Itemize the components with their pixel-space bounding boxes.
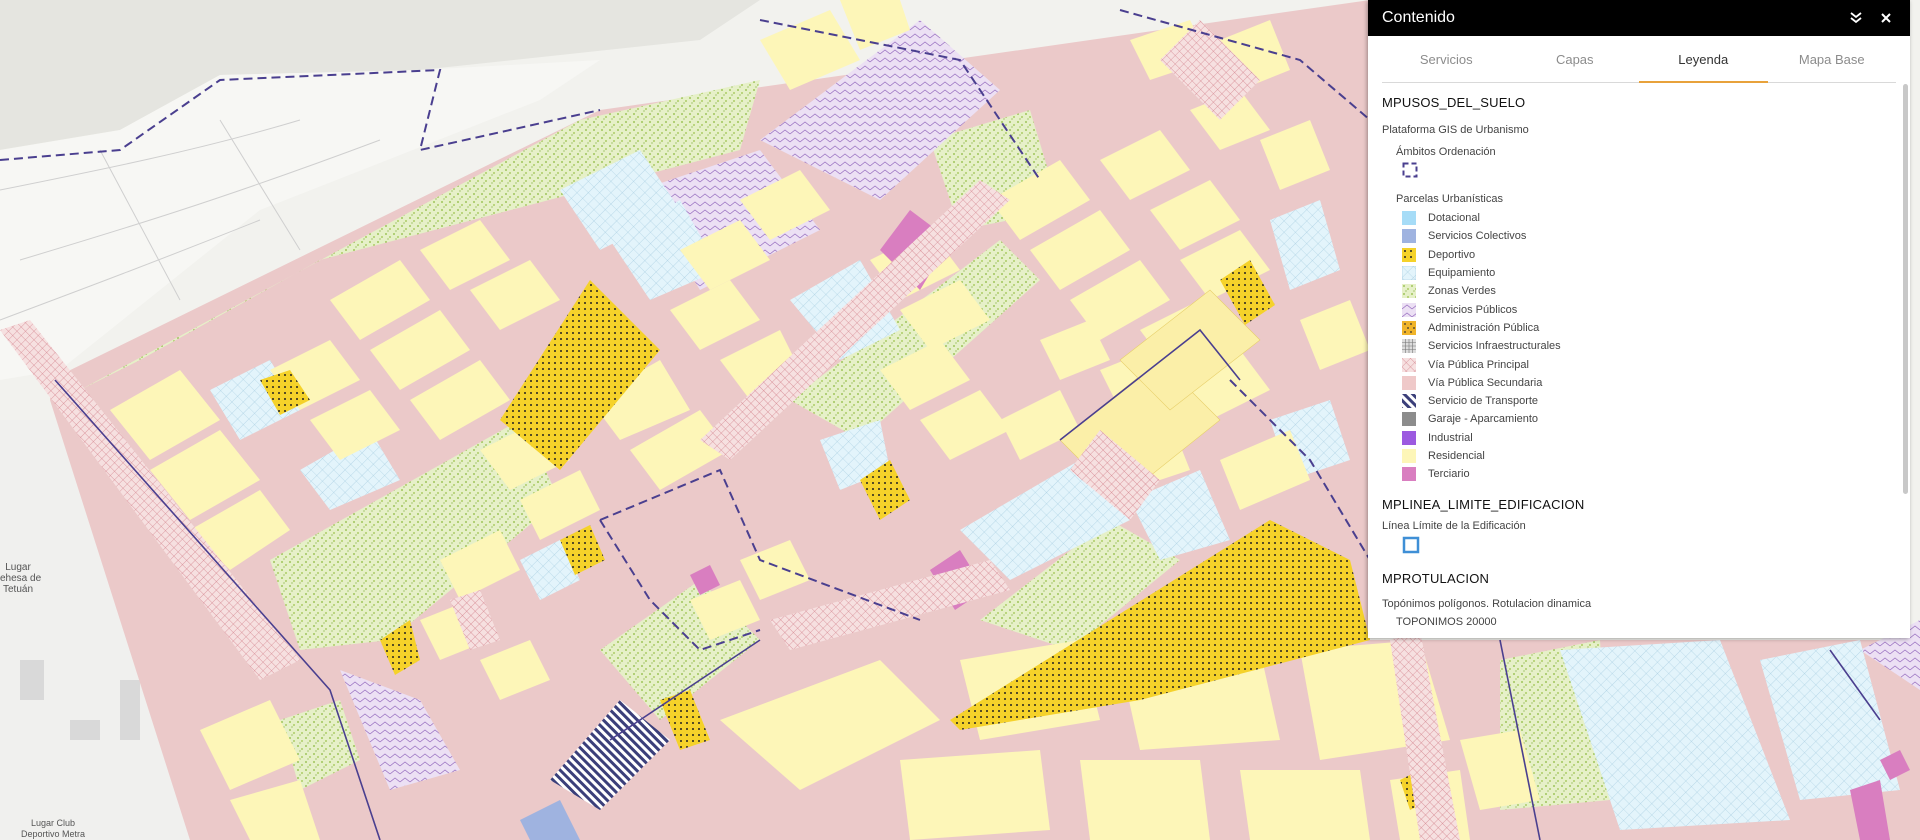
dotacional-swatch xyxy=(1402,211,1416,226)
legend-item: Residencial xyxy=(1402,447,1896,465)
legend-item-label: Servicios Infraestructurales xyxy=(1428,340,1561,353)
double-chevron-down-icon[interactable] xyxy=(1846,8,1866,28)
legend-item-label: Vía Pública Principal xyxy=(1428,358,1529,371)
legend-item: Zonas Verdes xyxy=(1402,282,1896,300)
legend-item-label: Terciario xyxy=(1428,468,1470,481)
via-publica-principal-swatch xyxy=(1402,357,1416,372)
legend-service-name: Línea Límite de la Edificación xyxy=(1382,520,1526,533)
legend-item: Terciario xyxy=(1402,465,1896,483)
zonas-verdes-swatch xyxy=(1402,284,1416,299)
tab-servicios[interactable]: Servicios xyxy=(1382,36,1511,82)
terciario-swatch xyxy=(1402,467,1416,482)
garaje-aparcamiento-swatch xyxy=(1402,412,1416,427)
legend-item-label: Servicios Colectivos xyxy=(1428,230,1527,243)
via-publica-secundaria-swatch xyxy=(1402,375,1416,390)
equipamiento-swatch xyxy=(1402,266,1416,281)
panel-tabs: Servicios Capas Leyenda Mapa Base xyxy=(1382,36,1896,83)
legend-item-label: Industrial xyxy=(1428,431,1473,444)
legend-item-label: Vía Pública Secundaria xyxy=(1428,376,1543,389)
legend-item: Vía Pública Principal xyxy=(1402,355,1896,373)
legend-item: Garaje - Aparcamiento xyxy=(1402,410,1896,428)
servicios-colectivos-swatch xyxy=(1402,229,1416,244)
legend-item: Servicios Infraestructurales xyxy=(1402,337,1896,355)
map-label-dehesa: Lugar ehesa de Tetuán xyxy=(0,562,42,595)
map-label-club: Lugar Club Deportivo Metra xyxy=(20,818,86,839)
legend-item: Equipamiento xyxy=(1402,264,1896,282)
legend-layer-title: MPROTULACION xyxy=(1382,571,1490,587)
tab-mapa-base[interactable]: Mapa Base xyxy=(1768,36,1897,82)
panel-header: Contenido xyxy=(1368,0,1910,36)
deportivo-swatch xyxy=(1402,247,1416,262)
content-panel: Contenido Servicios Capas Leyenda Mapa B… xyxy=(1368,0,1910,638)
limite-edificacion-symbol xyxy=(1402,536,1896,559)
servicios-infraestructurales-swatch xyxy=(1402,339,1416,354)
legend-item: Deportivo xyxy=(1402,246,1896,264)
tab-leyenda[interactable]: Leyenda xyxy=(1639,36,1768,83)
panel-title: Contenido xyxy=(1382,9,1455,26)
legend-service-name: Topónimos polígonos. Rotulacion dinamica xyxy=(1382,598,1592,611)
legend-group-name: TOPONIMOS 20000 xyxy=(1396,616,1497,629)
residencial-swatch xyxy=(1402,449,1416,463)
legend-item: Servicios Colectivos xyxy=(1402,227,1896,245)
legend-layer-title: MPUSOS_DEL_SUELO xyxy=(1382,95,1526,110)
legend-group-name: Ámbitos Ordenación xyxy=(1396,146,1496,158)
legend-group-name: Parcelas Urbanísticas xyxy=(1396,193,1503,205)
legend-item-label: Garaje - Aparcamiento xyxy=(1428,413,1539,426)
ambitos-symbol xyxy=(1402,162,1896,183)
legend-item-label: Servicio de Transporte xyxy=(1428,395,1539,408)
servicios-publicos-swatch xyxy=(1402,302,1416,317)
legend-scrollbar[interactable] xyxy=(1903,84,1908,494)
legend-item: Servicios Públicos xyxy=(1402,300,1896,318)
legend-item-label: Zonas Verdes xyxy=(1428,285,1496,298)
servicio-transporte-swatch xyxy=(1402,394,1416,409)
legend-list[interactable]: MPUSOS_DEL_SUELO Plataforma GIS de Urban… xyxy=(1368,83,1910,633)
tab-capas[interactable]: Capas xyxy=(1511,36,1640,82)
legend-item-label: Administración Pública xyxy=(1428,321,1540,334)
legend-item: Servicio de Transporte xyxy=(1402,392,1896,410)
industrial-swatch xyxy=(1402,430,1416,445)
legend-item-label: Deportivo xyxy=(1428,248,1476,261)
legend-item: Dotacional xyxy=(1402,209,1896,227)
administracion-publica-swatch xyxy=(1402,320,1416,335)
legend-service-name: Plataforma GIS de Urbanismo xyxy=(1382,124,1529,136)
legend-item-label: Equipamiento xyxy=(1428,267,1496,280)
legend-layer-title: MPLINEA_LIMITE_EDIFICACION xyxy=(1382,497,1585,513)
legend-item-label: Servicios Públicos xyxy=(1428,303,1518,316)
legend-item: Industrial xyxy=(1402,429,1896,447)
legend-item-label: Dotacional xyxy=(1428,212,1480,225)
legend-item-label: Residencial xyxy=(1428,450,1485,462)
close-icon[interactable] xyxy=(1876,8,1896,28)
legend-item: Vía Pública Secundaria xyxy=(1402,374,1896,392)
legend-item: Administración Pública xyxy=(1402,319,1896,337)
